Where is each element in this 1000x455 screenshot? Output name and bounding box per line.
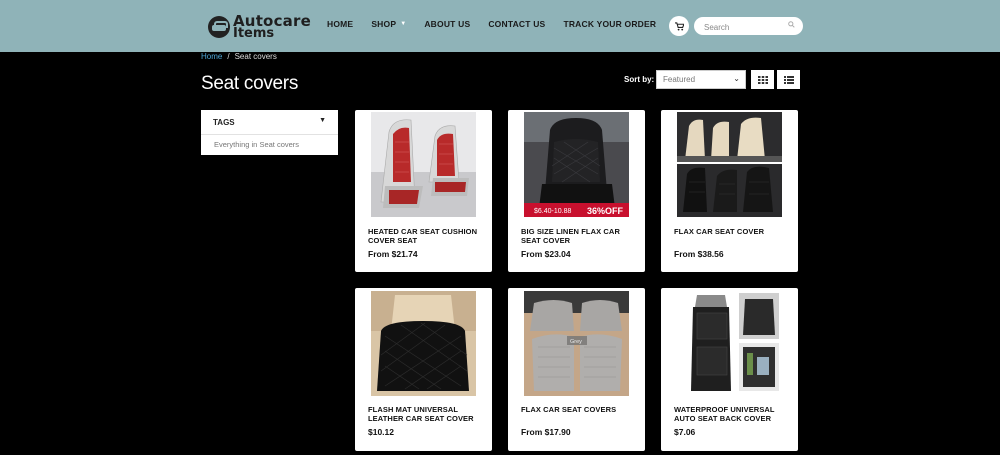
product-image[interactable]: $6.40-10.88 36%OFF	[524, 112, 629, 217]
sort-label: Sort by:	[624, 75, 655, 84]
product-price: $7.06	[674, 427, 696, 437]
product-card[interactable]: FLASH MAT UNIVERSAL LEATHER CAR SEAT COV…	[355, 288, 492, 451]
product-price: $10.12	[368, 427, 394, 437]
tags-item-all[interactable]: Everything in Seat covers	[201, 135, 338, 154]
breadcrumb-home-link[interactable]: Home	[201, 52, 222, 61]
nav-contact[interactable]: CONTACT US	[488, 19, 545, 29]
grid-view-button[interactable]	[751, 70, 774, 89]
promo-discount-badge: 36%OFF	[587, 206, 624, 216]
tags-title: TAGS	[213, 118, 235, 127]
product-card[interactable]: WATERPROOF UNIVERSAL AUTO SEAT BACK COVE…	[661, 288, 798, 451]
nav-home[interactable]: HOME	[327, 19, 353, 29]
nav-shop-label: SHOP	[371, 19, 397, 29]
product-card[interactable]: Grey FLAX CAR SEAT COVERS From $17.90	[508, 288, 645, 451]
product-image[interactable]: Grey	[524, 291, 629, 396]
breadcrumb-separator: /	[227, 52, 230, 61]
search-input[interactable]	[694, 18, 779, 37]
caret-down-icon: ▼	[319, 117, 326, 124]
nav-about[interactable]: ABOUT US	[424, 19, 470, 29]
product-title[interactable]: WATERPROOF UNIVERSAL AUTO SEAT BACK COVE…	[674, 405, 789, 423]
nav-shop[interactable]: SHOP ▼	[371, 19, 406, 29]
image-grey-tag: Grey	[570, 339, 582, 345]
promo-price-badge: $6.40-10.88	[534, 208, 571, 215]
product-title[interactable]: FLAX CAR SEAT COVERS	[521, 405, 636, 415]
logo-text: Autocare Items	[233, 11, 311, 40]
product-card[interactable]: HEATED CAR SEAT CUSHION COVER SEAT From …	[355, 110, 492, 272]
product-card[interactable]: $6.40-10.88 36%OFF BIG SIZE LINEN FLAX C…	[508, 110, 645, 272]
product-image[interactable]	[677, 291, 782, 396]
nav-track-order[interactable]: TRACK YOUR ORDER	[563, 19, 656, 29]
product-title[interactable]: FLASH MAT UNIVERSAL LEATHER CAR SEAT COV…	[368, 405, 483, 423]
product-title[interactable]: BIG SIZE LINEN FLAX CAR SEAT COVER	[521, 227, 636, 245]
list-view-button[interactable]	[777, 70, 800, 89]
logo-line-1: Autocare	[233, 11, 311, 30]
breadcrumb: Home / Seat covers	[201, 52, 277, 61]
nav-track-label: TRACK YOUR ORDER	[563, 19, 657, 29]
search-box	[694, 17, 803, 37]
product-price: From $38.56	[674, 249, 724, 259]
nav-home-label: HOME	[327, 19, 354, 29]
site-logo[interactable]: Autocare Items	[208, 12, 311, 42]
chevron-down-icon: ▼	[400, 21, 407, 27]
product-price: From $17.90	[521, 427, 571, 437]
chevron-down-icon: ⌄	[733, 74, 740, 83]
sort-select[interactable]: Featured ⌄	[656, 70, 746, 89]
sort-selected-value: Featured	[663, 75, 696, 84]
product-card[interactable]: FLAX CAR SEAT COVER From $38.56	[661, 110, 798, 272]
product-image[interactable]	[677, 112, 782, 217]
tags-header[interactable]: TAGS ▼	[201, 110, 338, 135]
grid-view-icon	[757, 75, 768, 84]
product-price: From $21.74	[368, 249, 418, 259]
product-title[interactable]: HEATED CAR SEAT CUSHION COVER SEAT	[368, 227, 483, 245]
nav-contact-label: CONTACT US	[488, 19, 546, 29]
main-nav: HOME SHOP ▼ ABOUT US CONTACT US TRACK YOU…	[327, 19, 674, 29]
product-title[interactable]: FLAX CAR SEAT COVER	[674, 227, 789, 237]
car-logo-icon	[208, 16, 230, 38]
search-icon[interactable]	[788, 21, 795, 30]
cart-icon	[674, 21, 684, 31]
site-header: Autocare Items HOME SHOP ▼ ABOUT US CONTA…	[0, 0, 1000, 52]
product-price: From $23.04	[521, 249, 571, 259]
cart-button[interactable]	[669, 16, 689, 36]
product-image[interactable]	[371, 112, 476, 217]
product-image[interactable]	[371, 291, 476, 396]
page-title: Seat covers	[201, 73, 299, 94]
breadcrumb-current: Seat covers	[234, 52, 277, 61]
list-view-icon	[783, 75, 794, 84]
tags-filter: TAGS ▼ Everything in Seat covers	[201, 110, 338, 155]
nav-about-label: ABOUT US	[424, 19, 471, 29]
